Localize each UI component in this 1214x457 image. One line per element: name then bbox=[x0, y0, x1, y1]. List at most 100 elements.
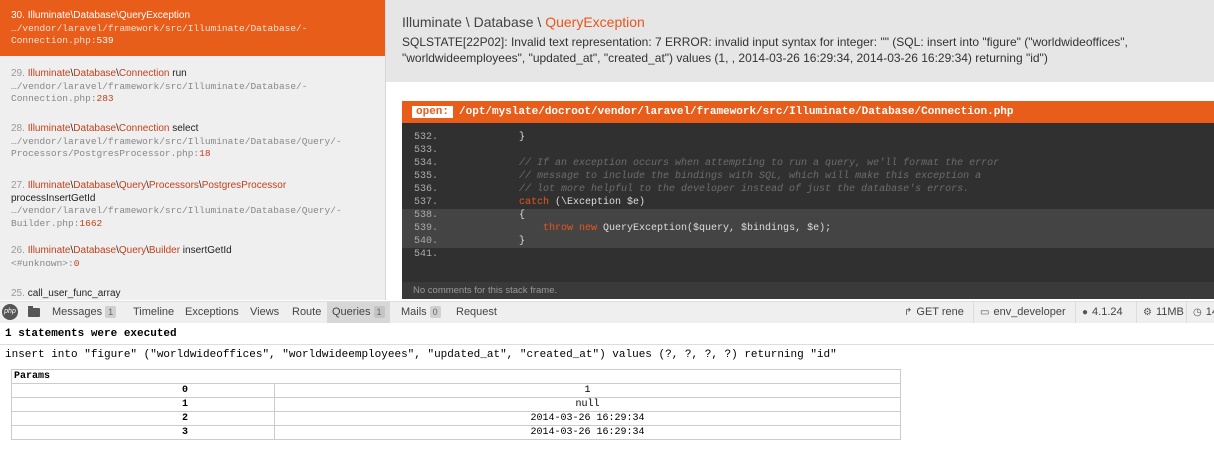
namespace-separator: \ bbox=[461, 14, 474, 30]
line-number: 538. bbox=[414, 210, 439, 221]
code-comment: // message to include the bindings with … bbox=[447, 171, 982, 182]
params-header: Params bbox=[11, 369, 901, 384]
tab-label: Mails bbox=[401, 306, 427, 318]
info-monitor: ▭ env_developer bbox=[973, 302, 1066, 323]
code-line: 540. } bbox=[402, 235, 1214, 248]
stack-frame[interactable]: 27. Illuminate\Database\Query\Processors… bbox=[0, 172, 385, 229]
stack-frame[interactable]: 26. Illuminate\Database\Query\Builder in… bbox=[0, 237, 385, 273]
stack-frame[interactable]: 25. call_user_func_array bbox=[0, 280, 385, 300]
tab-exceptions[interactable]: Exceptions bbox=[180, 302, 244, 323]
line-number: 541. bbox=[414, 249, 439, 260]
memory-icon: ⚙ bbox=[1143, 307, 1152, 318]
tab-route[interactable]: Route bbox=[287, 302, 326, 323]
frame-method: run bbox=[169, 68, 187, 79]
info-clock: ◷14 bbox=[1186, 302, 1214, 323]
frame-number: 27. bbox=[11, 180, 28, 191]
namespace-separator: \ bbox=[533, 14, 546, 30]
queries-panel: 1 statements were executed insert into "… bbox=[0, 323, 1214, 457]
param-value: 1 bbox=[274, 383, 901, 398]
param-value: 2014-03-26 16:29:34 bbox=[274, 411, 901, 426]
line-number: 532. bbox=[414, 132, 439, 143]
frame-method: call_user_func_array bbox=[27, 288, 121, 299]
frame-number: 30. bbox=[11, 10, 28, 21]
divider bbox=[0, 344, 1214, 345]
stack-frame[interactable]: 30. Illuminate\Database\QueryException …/… bbox=[0, 0, 385, 56]
sql-statement: insert into "figure" ("worldwideoffices"… bbox=[5, 349, 837, 361]
open-file-button[interactable]: open: bbox=[412, 106, 454, 118]
frame-line-number: 283 bbox=[96, 93, 114, 104]
tab-request[interactable]: Request bbox=[451, 302, 502, 323]
code-comment: // lot more helpful to the developer ins… bbox=[447, 184, 970, 195]
frame-class: Database bbox=[73, 245, 117, 256]
code-line: 532. } bbox=[402, 131, 1214, 144]
tab-badge: 1 bbox=[373, 306, 385, 318]
frame-file-path: …/vendor/laravel/framework/src/Illuminat… bbox=[11, 135, 342, 160]
exception-message: SQLSTATE[22P02]: Invalid text representa… bbox=[402, 35, 1128, 65]
param-key: 1 bbox=[11, 397, 275, 412]
frame-class: Connection bbox=[118, 123, 170, 134]
line-number: 533. bbox=[414, 145, 439, 156]
exception-class: Illuminate \ Database \ QueryException bbox=[402, 14, 645, 30]
tab-label: Timeline bbox=[133, 306, 175, 318]
param-key: 0 bbox=[11, 383, 275, 398]
file-path-bar: open: /opt/myslate/docroot/vendor/laravel… bbox=[402, 101, 1214, 123]
info-share: ↱ GET rene bbox=[898, 302, 964, 323]
frame-class: Builder bbox=[148, 245, 181, 256]
info-text: GET rene bbox=[916, 306, 964, 318]
line-number: 540. bbox=[414, 236, 439, 247]
frame-comments: No comments for this stack frame. bbox=[402, 282, 1214, 299]
code-text: throw new QueryException($query, $bindin… bbox=[543, 223, 832, 234]
frame-class: PostgresProcessor bbox=[201, 180, 287, 191]
frame-class: QueryException bbox=[118, 10, 191, 21]
clock-icon: ◷ bbox=[1193, 307, 1202, 318]
frame-line-number: 539 bbox=[96, 35, 114, 46]
file-path[interactable]: /opt/myslate/docroot/vendor/laravel/fram… bbox=[459, 106, 1014, 118]
code-text: // message to include the bindings with … bbox=[447, 170, 981, 183]
code-comment: // If an exception occurs when attemptin… bbox=[447, 158, 1000, 169]
line-number: 534. bbox=[414, 158, 439, 169]
tab-label: Queries bbox=[332, 306, 371, 318]
statement-count: 1 statements were executed bbox=[5, 328, 177, 340]
frame-method: processInsertGetId bbox=[11, 192, 96, 204]
params-table: Params 0 1 1 null 2 2014-03-26 16:29:34 3 2014-0… bbox=[11, 369, 901, 440]
frame-class: Database bbox=[73, 123, 117, 134]
frame-line-number: 0 bbox=[73, 257, 80, 269]
frame-class: Illuminate bbox=[27, 123, 71, 134]
param-row: 01 bbox=[11, 383, 901, 398]
tab-timeline[interactable]: Timeline bbox=[128, 302, 179, 323]
frame-class: Illuminate bbox=[27, 180, 71, 191]
frame-line-number: 1662 bbox=[79, 217, 103, 229]
tab-messages[interactable]: Messages 1 bbox=[47, 302, 121, 323]
code-text: // lot more helpful to the developer ins… bbox=[447, 183, 969, 196]
php-logo-icon[interactable]: php bbox=[2, 304, 18, 320]
frame-file-path: <#unknown>:0 bbox=[11, 257, 80, 269]
frame-method: insertGetId bbox=[180, 245, 232, 256]
code-line: 533. bbox=[402, 144, 1214, 157]
monitor-icon: ▭ bbox=[980, 307, 990, 318]
tab-queries[interactable]: Queries 1 bbox=[327, 302, 390, 323]
code-text: } bbox=[447, 236, 526, 247]
tab-label: Request bbox=[456, 306, 497, 318]
tab-views[interactable]: Views bbox=[245, 302, 284, 323]
code-text: catch (\Exception $e) bbox=[519, 197, 646, 208]
tab-label: Views bbox=[250, 306, 280, 318]
code-line: 541. bbox=[402, 248, 1214, 261]
stack-frame[interactable]: 29. Illuminate\Database\Connection run …/… bbox=[0, 60, 385, 108]
code-line: 537. catch (\Exception $e) bbox=[402, 196, 1214, 209]
frame-class: Database bbox=[73, 180, 117, 191]
frame-file-path: …/vendor/laravel/framework/src/Illuminat… bbox=[11, 22, 308, 47]
frame-class: Processors bbox=[148, 180, 199, 191]
param-row: 3 2014-03-26 16:29:34 bbox=[11, 425, 901, 440]
folder-icon[interactable] bbox=[28, 306, 40, 317]
frame-class: Illuminate bbox=[27, 245, 71, 256]
tab-badge: 1 bbox=[105, 306, 117, 318]
code-line: 535. // message to include the bindings … bbox=[402, 170, 1214, 183]
stack-frame[interactable]: 28. Illuminate\Database\Connection selec… bbox=[0, 115, 385, 163]
info-text: 14 bbox=[1205, 306, 1214, 318]
exception-class-part: Database bbox=[473, 14, 534, 30]
tab-label: Route bbox=[292, 306, 322, 318]
frame-number: 29. bbox=[11, 68, 28, 79]
tab-mails[interactable]: Mails 0 bbox=[396, 302, 446, 323]
frame-class: Illuminate bbox=[27, 68, 71, 79]
params-header-row: Params bbox=[11, 369, 901, 384]
